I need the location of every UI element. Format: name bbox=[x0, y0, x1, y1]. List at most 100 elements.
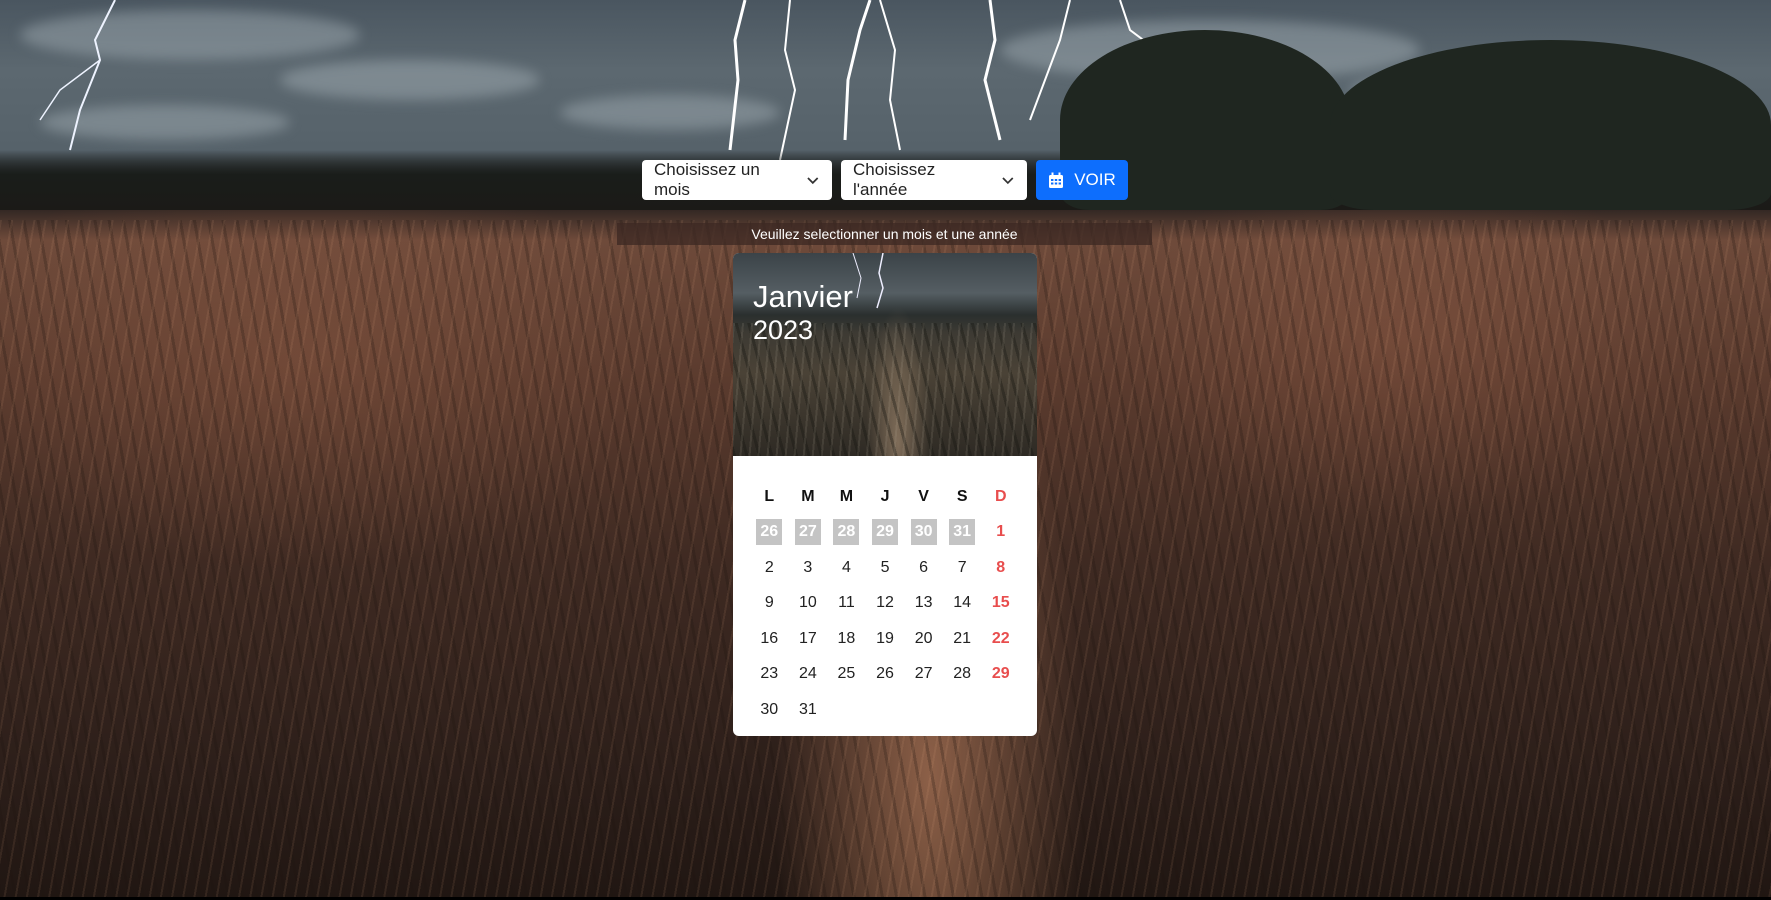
day-number: 27 bbox=[914, 665, 933, 683]
day-cell[interactable]: 20 bbox=[904, 626, 943, 652]
chevron-down-icon bbox=[1002, 177, 1014, 185]
day-cell[interactable]: 12 bbox=[866, 590, 905, 616]
day-number: 22 bbox=[991, 629, 1010, 647]
day-number: 12 bbox=[876, 594, 894, 612]
day-number: 21 bbox=[953, 629, 972, 647]
day-number: 5 bbox=[880, 558, 890, 576]
day-number: 31 bbox=[949, 519, 976, 546]
day-cell[interactable]: 23 bbox=[750, 661, 789, 687]
year-select-label: Choisissez l'année bbox=[853, 160, 936, 199]
day-number: 20 bbox=[914, 629, 933, 647]
prev-month-day[interactable]: 31 bbox=[943, 519, 982, 546]
day-number: 29 bbox=[991, 665, 1010, 683]
day-number: 7 bbox=[957, 558, 967, 576]
day-cell[interactable]: 3 bbox=[789, 555, 828, 581]
day-cell[interactable]: 13 bbox=[904, 590, 943, 616]
day-number: 19 bbox=[876, 629, 894, 647]
day-number: 17 bbox=[798, 629, 817, 647]
day-number: 29 bbox=[872, 519, 899, 546]
day-cell[interactable]: 11 bbox=[827, 590, 866, 616]
prev-month-day[interactable]: 26 bbox=[750, 519, 789, 546]
status-message: Veuillez selectionner un mois et une ann… bbox=[617, 223, 1152, 245]
month-select[interactable]: Choisissez un mois bbox=[642, 160, 832, 200]
day-number: 30 bbox=[910, 519, 937, 546]
calendar-month-title: Janvier bbox=[753, 279, 853, 314]
weekday-header-row: LMMJVSD bbox=[750, 479, 1020, 515]
weekday-label: S bbox=[956, 487, 968, 505]
calendar-grid: LMMJVSD 26 27 28 29 30 31 1 2 3 4 5 6 7 8 9 10 11 12 13 14 1… bbox=[733, 456, 1037, 728]
calendar-header-image: Janvier 2023 bbox=[733, 253, 1037, 456]
weekday-label: M bbox=[801, 487, 815, 505]
day-number: 26 bbox=[756, 519, 783, 546]
day-number: 2 bbox=[764, 558, 774, 576]
prev-month-day[interactable]: 29 bbox=[866, 519, 905, 546]
day-number: 14 bbox=[953, 594, 972, 612]
day-cell[interactable]: 28 bbox=[943, 661, 982, 687]
day-cell[interactable]: 14 bbox=[943, 590, 982, 616]
day-number: 13 bbox=[914, 594, 933, 612]
day-cell[interactable]: 8 bbox=[981, 555, 1020, 581]
day-number: 24 bbox=[798, 665, 817, 683]
day-number: 31 bbox=[798, 700, 817, 718]
day-number: 3 bbox=[803, 558, 813, 576]
controls-bar: Choisissez un mois Choisissez l'année VO… bbox=[642, 160, 1128, 200]
day-cell[interactable]: 24 bbox=[789, 661, 828, 687]
status-message-text: Veuillez selectionner un mois et une ann… bbox=[751, 226, 1018, 242]
day-cell[interactable]: 10 bbox=[789, 590, 828, 616]
day-cell[interactable]: 5 bbox=[866, 555, 905, 581]
month-select-label: Choisissez un mois bbox=[654, 160, 760, 199]
week-row: 16 17 18 19 20 21 22 bbox=[750, 621, 1020, 657]
week-row: 9 10 11 12 13 14 15 bbox=[750, 586, 1020, 622]
day-number: 1 bbox=[996, 523, 1006, 541]
day-number: 15 bbox=[991, 594, 1010, 612]
day-cell[interactable]: 15 bbox=[981, 590, 1020, 616]
day-cell[interactable]: 7 bbox=[943, 555, 982, 581]
day-number: 25 bbox=[837, 665, 856, 683]
day-number: 30 bbox=[760, 700, 779, 718]
prev-month-day[interactable]: 28 bbox=[827, 519, 866, 546]
trees bbox=[1330, 40, 1771, 210]
day-number: 6 bbox=[919, 558, 929, 576]
day-number: 11 bbox=[838, 594, 855, 612]
voir-button[interactable]: VOIR bbox=[1036, 160, 1128, 200]
day-number: 10 bbox=[798, 594, 817, 612]
day-number: 23 bbox=[760, 665, 779, 683]
day-number: 4 bbox=[841, 558, 851, 576]
calendar-icon bbox=[1049, 172, 1064, 188]
calendar-year-title: 2023 bbox=[753, 315, 814, 345]
day-cell[interactable]: 6 bbox=[904, 555, 943, 581]
day-number: 27 bbox=[794, 519, 821, 546]
weekday-label: D bbox=[994, 487, 1007, 505]
day-number: 18 bbox=[837, 629, 856, 647]
day-number: 26 bbox=[876, 665, 894, 683]
day-cell[interactable]: 9 bbox=[750, 590, 789, 616]
day-cell[interactable]: 21 bbox=[943, 626, 982, 652]
day-number: 28 bbox=[953, 665, 972, 683]
weekday-label: V bbox=[918, 487, 929, 505]
year-select[interactable]: Choisissez l'année bbox=[841, 160, 1027, 200]
day-number: 8 bbox=[996, 558, 1006, 576]
day-cell[interactable]: 27 bbox=[904, 661, 943, 687]
prev-month-day[interactable]: 27 bbox=[789, 519, 828, 546]
day-number: 9 bbox=[764, 594, 774, 612]
day-cell[interactable]: 30 bbox=[750, 697, 789, 723]
week-row: 2 3 4 5 6 7 8 bbox=[750, 550, 1020, 586]
day-number: 16 bbox=[760, 629, 779, 647]
day-cell[interactable]: 19 bbox=[866, 626, 905, 652]
chevron-down-icon bbox=[807, 177, 819, 185]
prev-month-day[interactable]: 30 bbox=[904, 519, 943, 546]
day-cell[interactable]: 16 bbox=[750, 626, 789, 652]
day-cell[interactable]: 2 bbox=[750, 555, 789, 581]
day-cell[interactable]: 4 bbox=[827, 555, 866, 581]
day-cell[interactable]: 22 bbox=[981, 626, 1020, 652]
day-cell[interactable]: 1 bbox=[981, 519, 1020, 545]
weekday-label: L bbox=[764, 487, 775, 505]
day-cell[interactable]: 26 bbox=[866, 661, 905, 687]
day-cell[interactable]: 25 bbox=[827, 661, 866, 687]
day-cell[interactable]: 18 bbox=[827, 626, 866, 652]
day-cell[interactable]: 31 bbox=[789, 697, 828, 723]
day-cell[interactable]: 29 bbox=[981, 661, 1020, 687]
week-row: 26 27 28 29 30 31 1 bbox=[750, 515, 1020, 551]
day-cell[interactable]: 17 bbox=[789, 626, 828, 652]
voir-button-label: VOIR bbox=[1074, 170, 1116, 189]
